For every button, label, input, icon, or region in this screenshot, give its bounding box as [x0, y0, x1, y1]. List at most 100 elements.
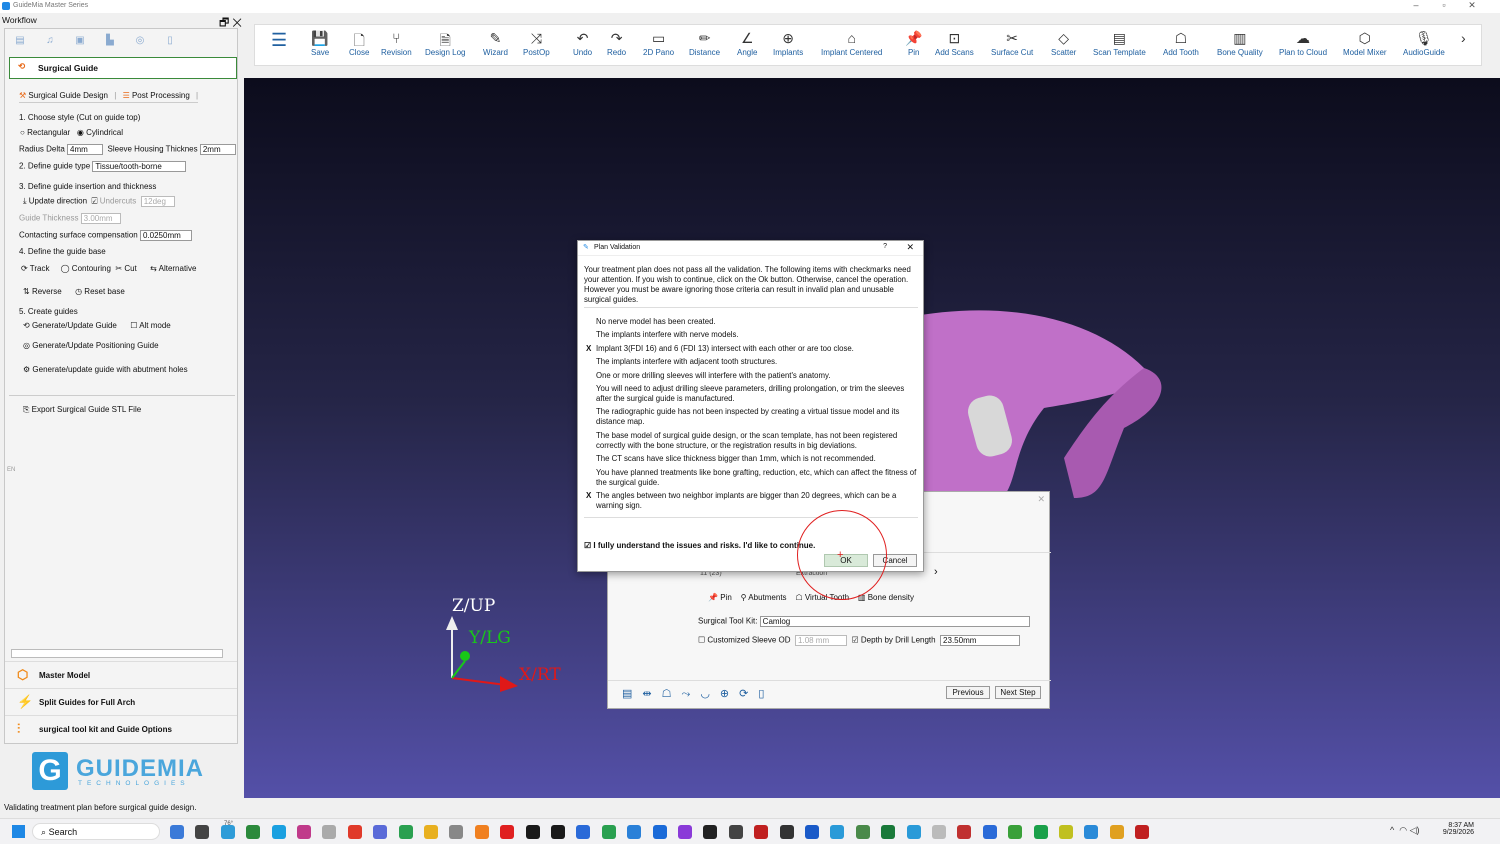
confirm-checkbox[interactable]: ☑	[584, 541, 591, 550]
folder-tab-icon[interactable]: ▤	[11, 35, 29, 48]
taskbar-app-icon[interactable]	[932, 825, 946, 839]
taskbar-app-icon[interactable]	[1135, 825, 1150, 839]
angle-button[interactable]: ∠ Angle	[737, 30, 757, 57]
taskbar-app-icon[interactable]	[1008, 825, 1023, 839]
tooth-icon[interactable]: ☖	[662, 688, 682, 700]
sleeve-od-input[interactable]: 1.08 mm	[795, 635, 848, 646]
contact-comp-input[interactable]: 0.0250mm	[139, 230, 192, 241]
taskbar-app-icon[interactable]	[982, 825, 997, 839]
taskbar-app-icon[interactable]	[652, 825, 667, 839]
wizard-close-icon[interactable]: ✕	[1037, 494, 1045, 505]
add-scans-button[interactable]: ⊡ Add Scans	[935, 30, 974, 57]
generate-abutment-guide-button[interactable]: Generate/update guide with abutment hole…	[32, 365, 187, 374]
taskbar-app-icon[interactable]	[322, 825, 337, 839]
split-view-icon[interactable]: ⇹	[642, 688, 661, 700]
rectangular-radio[interactable]: ○	[20, 128, 25, 137]
taskbar-app-icon[interactable]	[500, 825, 515, 839]
depth-select[interactable]: 23.50mm	[940, 635, 1021, 646]
taskbar-app-icon[interactable]	[195, 825, 210, 839]
arrow-icon[interactable]: ⤳	[682, 688, 701, 700]
doc-icon[interactable]: ▯	[758, 688, 774, 700]
taskbar-app-icon[interactable]	[525, 825, 540, 839]
reverse-button[interactable]: Reverse	[32, 287, 62, 296]
generate-update-guide-button[interactable]: Generate/Update Guide	[32, 321, 117, 330]
next-step-button[interactable]: Next Step	[995, 686, 1041, 699]
toolbar-24-button[interactable]: ›	[1461, 30, 1466, 48]
taskbar-app-icon[interactable]	[678, 825, 692, 839]
taskbar-app-icon[interactable]	[424, 825, 438, 839]
plan-to-cloud-button[interactable]: ☁ Plan to Cloud	[1279, 30, 1327, 57]
music-tab-icon[interactable]: ♫	[41, 35, 59, 48]
taskbar-app-icon[interactable]	[1084, 825, 1099, 839]
taskbar-app-icon[interactable]	[576, 825, 591, 839]
taskbar-app-icon[interactable]	[1109, 825, 1124, 839]
help-button[interactable]: ?	[883, 243, 887, 250]
pin-button[interactable]: Pin	[720, 593, 732, 602]
refresh-icon[interactable]: ⟳	[739, 688, 758, 700]
compass-tab-icon[interactable]: ◎	[131, 35, 149, 48]
teeth-tab-icon[interactable]: ▙	[101, 35, 119, 48]
taskbar-app-icon[interactable]	[170, 825, 184, 839]
tool-kit-select[interactable]: Camlog	[759, 616, 1030, 627]
custom-sleeve-checkbox[interactable]: ☐	[698, 636, 705, 645]
taskbar-app-icon[interactable]	[246, 825, 261, 839]
taskbar-app-icon[interactable]	[474, 825, 489, 839]
taskbar-app-icon[interactable]	[779, 825, 794, 839]
clipboard-icon[interactable]: ▤	[622, 688, 642, 700]
taskbar-app-icon[interactable]	[627, 825, 642, 839]
reset-base-button[interactable]: Reset base	[84, 287, 124, 296]
taskbar-app-icon[interactable]	[449, 825, 464, 839]
undercut-input[interactable]: 12deg	[140, 196, 175, 207]
surface-cut-button[interactable]: ✂ Surface Cut	[991, 30, 1033, 57]
redo-button[interactable]: ↷ Redo	[607, 30, 626, 57]
implants-button[interactable]: ⊕ Implants	[773, 30, 803, 57]
depth-checkbox[interactable]: ☑	[851, 636, 858, 645]
audioguide-button[interactable]: 🎙 AudioGuide	[1403, 30, 1445, 57]
clock[interactable]: 8:37 AM 9/29/2026	[1442, 822, 1474, 836]
surgical-guide-header[interactable]: ⟲ Surgical Guide	[9, 57, 237, 79]
guide-type-select[interactable]: Tissue/tooth-borne	[92, 161, 187, 172]
taskbar-app-icon[interactable]	[373, 825, 388, 839]
nav-master-model[interactable]: ⬡ Master Model	[5, 661, 237, 688]
update-direction-button[interactable]: Update direction	[29, 197, 87, 206]
minimize-button[interactable]: –	[1402, 0, 1430, 10]
scatter-button[interactable]: ◇ Scatter	[1051, 30, 1076, 57]
taskbar-app-icon[interactable]	[220, 825, 235, 839]
bone-quality-button[interactable]: ▥ Bone Quality	[1217, 30, 1263, 57]
design-log-button[interactable]: 🗎 Design Log	[425, 30, 465, 57]
cylindrical-radio[interactable]: ◉	[77, 128, 84, 137]
tab-post-processing[interactable]: Post Processing	[132, 91, 190, 100]
taskbar-app-icon[interactable]	[855, 825, 870, 839]
generate-positioning-guide-button[interactable]: Generate/Update Positioning Guide	[32, 341, 158, 350]
wizard-next-arrow-icon[interactable]: ›	[934, 566, 938, 578]
export-stl-button[interactable]: Export Surgical Guide STL File	[32, 405, 142, 414]
cut-button[interactable]: Cut	[124, 264, 136, 273]
nav-split-guides[interactable]: ⚡ Split Guides for Full Arch	[5, 688, 237, 715]
toolbar-0-button[interactable]: ☰	[271, 30, 287, 50]
track-button[interactable]: Track	[30, 264, 50, 273]
wizard-button[interactable]: ✎ Wizard	[483, 30, 508, 57]
add-circle-icon[interactable]: ⊕	[720, 688, 739, 700]
taskbar-app-icon[interactable]	[271, 825, 286, 839]
guide-thickness-input[interactable]: 3.00mm	[80, 213, 121, 224]
undo-button[interactable]: ↶ Undo	[573, 30, 592, 57]
horizontal-scrollbar[interactable]	[11, 649, 223, 658]
taskbar-app-icon[interactable]	[347, 825, 362, 839]
maximize-button[interactable]: ▫	[1430, 0, 1458, 10]
implant-centered-button[interactable]: ⌂ Implant Centered	[821, 30, 882, 57]
taskbar-app-icon[interactable]	[957, 825, 972, 839]
image-tab-icon[interactable]: ▣	[71, 35, 89, 48]
2d-pano-button[interactable]: ▭ 2D Pano	[643, 30, 674, 57]
taskbar-app-icon[interactable]	[1059, 825, 1073, 839]
nav-tool-kit[interactable]: ⫶ surgical tool kit and Guide Options	[5, 715, 237, 742]
add-tooth-button[interactable]: ☖ Add Tooth	[1163, 30, 1199, 57]
taskbar-search[interactable]: ⌕ Search	[32, 823, 160, 840]
taskbar-app-icon[interactable]	[398, 825, 413, 839]
taskbar-app-icon[interactable]	[551, 825, 565, 839]
taskbar-app-icon[interactable]	[297, 825, 311, 839]
alt-mode-checkbox[interactable]: ☐	[130, 321, 137, 330]
close-button[interactable]: 🗋 Close	[349, 30, 369, 57]
document-tab-icon[interactable]: ▯	[161, 35, 179, 48]
alternative-button[interactable]: Alternative	[159, 264, 197, 273]
taskbar-app-icon[interactable]	[881, 825, 896, 839]
